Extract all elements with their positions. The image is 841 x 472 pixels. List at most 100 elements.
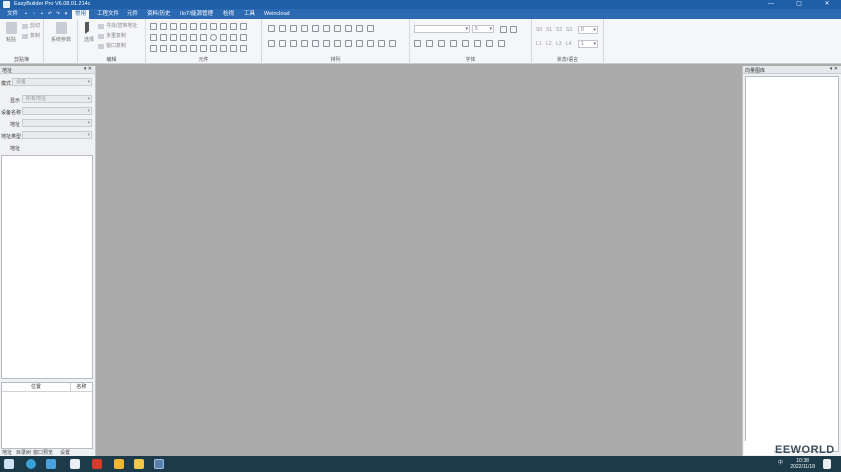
col-position[interactable]: 位置	[2, 383, 70, 392]
window-icon[interactable]	[200, 45, 207, 52]
grid-icon[interactable]	[160, 34, 167, 41]
frame-icon[interactable]	[170, 45, 177, 52]
app-yellow-icon[interactable]	[114, 459, 124, 469]
switch-icon[interactable]	[160, 23, 167, 30]
circle-icon[interactable]	[210, 34, 217, 41]
paste-button[interactable]: 粘贴	[1, 22, 21, 43]
pie-icon[interactable]	[220, 34, 227, 41]
state-s1[interactable]: S1	[546, 27, 552, 33]
scale-icon[interactable]	[180, 45, 187, 52]
state-s0[interactable]: S0	[536, 27, 542, 33]
menu-file[interactable]: 文件	[4, 10, 21, 19]
menu-data-history[interactable]: 资料/历史	[144, 10, 174, 19]
open-icon[interactable]: ▫	[31, 11, 37, 17]
menu-home[interactable]: 常用	[72, 10, 90, 19]
ime-indicator[interactable]: 中	[778, 459, 783, 466]
system-parameters-button[interactable]: 系统参数	[50, 22, 72, 43]
address-type-select[interactable]	[22, 131, 92, 139]
col-name[interactable]: 名称	[70, 383, 92, 392]
panel-pin-close-icon[interactable]: ▾ ✕	[830, 66, 838, 72]
size-icon[interactable]	[378, 40, 385, 47]
language-l4[interactable]: L4	[566, 41, 572, 47]
chart-icon[interactable]	[230, 45, 237, 52]
meter-icon[interactable]	[170, 23, 177, 30]
ascii-icon[interactable]	[210, 23, 217, 30]
same-width-icon[interactable]	[356, 25, 363, 32]
video-icon[interactable]	[210, 45, 217, 52]
browser-icon[interactable]	[46, 459, 56, 469]
rotate-icon[interactable]	[323, 40, 330, 47]
language-l1[interactable]: L1	[536, 41, 542, 47]
flip-icon[interactable]	[334, 40, 341, 47]
align-right-icon[interactable]	[290, 25, 297, 32]
copy-button[interactable]: 复制	[22, 33, 40, 40]
language-l2[interactable]: L2	[546, 41, 552, 47]
bulb-icon[interactable]	[150, 23, 157, 30]
picture-icon[interactable]	[160, 45, 167, 52]
undo-icon[interactable]: ↶	[47, 11, 53, 17]
font-grow-icon[interactable]	[500, 26, 507, 33]
indent-icon[interactable]	[462, 40, 469, 47]
polyline-icon[interactable]	[180, 34, 187, 41]
select-button[interactable]: 选择	[79, 22, 99, 43]
app-red-icon[interactable]	[92, 459, 102, 469]
state-s2[interactable]: S2	[556, 27, 562, 33]
state-s3[interactable]: S3	[566, 27, 572, 33]
bring-front-icon[interactable]	[268, 40, 275, 47]
rectangle-icon[interactable]	[230, 34, 237, 41]
italic-icon[interactable]	[426, 40, 433, 47]
text-icon[interactable]	[150, 45, 157, 52]
panel-pin-close-icon[interactable]: ▾ ✕	[84, 66, 92, 72]
save-icon[interactable]: ▪	[23, 11, 29, 17]
line-icon[interactable]	[170, 34, 177, 41]
file-explorer-icon[interactable]	[134, 459, 144, 469]
notification-icon[interactable]	[823, 459, 831, 469]
text-direction-icon[interactable]	[474, 40, 481, 47]
device-name-select[interactable]	[22, 107, 92, 115]
font-size-select[interactable]: 5	[472, 25, 494, 33]
address-select[interactable]	[22, 119, 92, 127]
redo-icon[interactable]: ↷	[55, 11, 61, 17]
arrange-more-icon[interactable]	[389, 40, 396, 47]
dots-icon[interactable]	[190, 34, 197, 41]
text-effect-icon[interactable]	[498, 40, 505, 47]
snap-icon[interactable]	[367, 40, 374, 47]
display-select[interactable]: 所有地址	[22, 95, 92, 103]
menu-objects[interactable]: 元件	[124, 10, 141, 19]
lock-icon[interactable]	[312, 40, 319, 47]
recipe-icon[interactable]	[230, 23, 237, 30]
workspace[interactable]	[97, 66, 742, 456]
menu-tools[interactable]: 工具	[241, 10, 258, 19]
list-icon[interactable]	[240, 23, 247, 30]
font-shrink-icon[interactable]	[510, 26, 517, 33]
nudge-icon[interactable]	[345, 40, 352, 47]
font-color-icon[interactable]	[414, 40, 421, 47]
vector-library-list[interactable]	[745, 76, 839, 452]
table-icon[interactable]	[150, 34, 157, 41]
numeric-icon[interactable]	[190, 23, 197, 30]
window-copy-button[interactable]: 窗口复制	[98, 43, 126, 50]
find-replace-button[interactable]: 寻找/替换地址	[98, 23, 137, 30]
alarm-icon[interactable]	[220, 23, 227, 30]
distribute-v-icon[interactable]	[345, 25, 352, 32]
align-left-icon[interactable]	[268, 25, 275, 32]
menu-iiot[interactable]: IIoT/能源管理	[177, 10, 216, 19]
edge-browser-icon[interactable]	[26, 459, 36, 469]
star-icon[interactable]	[240, 34, 247, 41]
trend-icon[interactable]	[180, 23, 187, 30]
align-center-icon[interactable]	[279, 25, 286, 32]
underline-icon[interactable]	[438, 40, 445, 47]
document-icon[interactable]	[70, 459, 80, 469]
menu-weincloud[interactable]: Weincloud	[261, 10, 293, 19]
address-table[interactable]: 位置 名称	[1, 382, 93, 449]
ungroup-icon[interactable]	[301, 40, 308, 47]
bar-icon[interactable]	[200, 23, 207, 30]
send-back-icon[interactable]	[279, 40, 286, 47]
language-l3[interactable]: L3	[556, 41, 562, 47]
more-objects-icon[interactable]	[240, 45, 247, 52]
windows-start-icon[interactable]	[4, 459, 14, 469]
minimize-button[interactable]: —	[757, 0, 785, 9]
pin-icon[interactable]	[190, 45, 197, 52]
layer-icon[interactable]	[356, 40, 363, 47]
new-icon[interactable]: ▪	[39, 11, 45, 17]
